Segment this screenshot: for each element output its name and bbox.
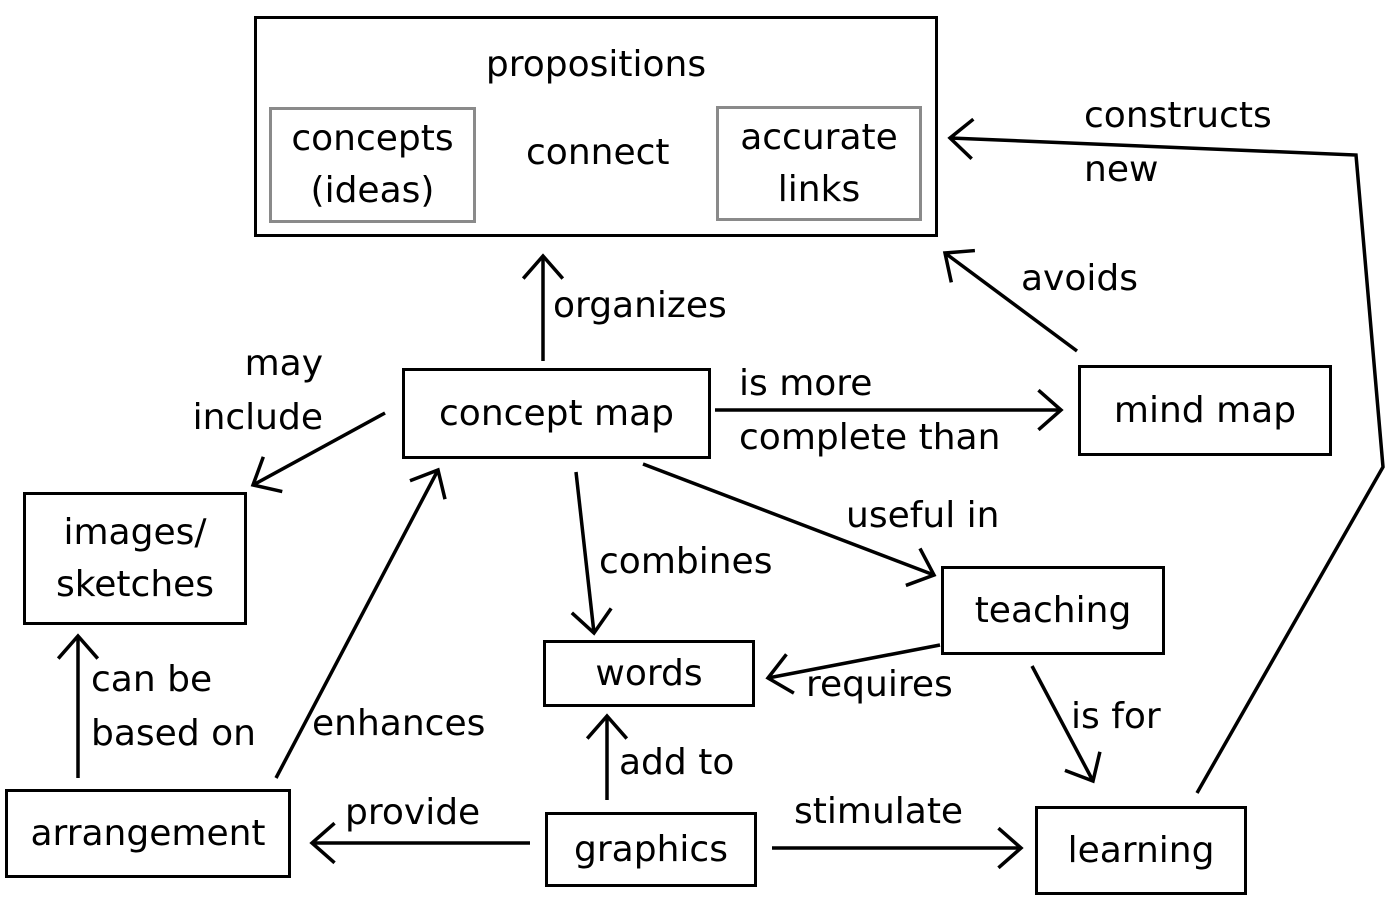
node-graphics[interactable]: graphics (545, 812, 757, 887)
node-images-sketches-label: images/ sketches (55, 511, 215, 605)
node-words[interactable]: words (543, 640, 755, 707)
edge-label-organizes: organizes (553, 285, 727, 326)
edge-label-may-include: may include (192, 343, 323, 438)
node-concepts-label: concepts (ideas) (291, 118, 454, 211)
edge-label-enhances: enhances (312, 703, 486, 744)
edge-label-avoids: avoids (1021, 258, 1138, 299)
node-concept-map[interactable]: concept map (402, 368, 711, 459)
edge-label-combines: combines (599, 541, 773, 582)
node-mind-map[interactable]: mind map (1078, 365, 1332, 456)
node-arrangement-label: arrangement (30, 812, 266, 854)
node-accurate-links-label: accurate links (740, 116, 898, 210)
node-accurate-links[interactable]: accurate links (716, 106, 922, 221)
edge-label-requires: requires (806, 664, 953, 705)
node-words-label: words (595, 652, 703, 694)
node-concept-map-label: concept map (439, 392, 674, 434)
node-images-sketches[interactable]: images/ sketches (23, 492, 247, 625)
edge-line-concept_map-to-words (574, 471, 596, 634)
node-arrangement[interactable]: arrangement (5, 789, 291, 878)
node-teaching[interactable]: teaching (941, 566, 1165, 655)
node-graphics-label: graphics (574, 828, 728, 870)
node-propositions-label: propositions (485, 44, 707, 85)
edge-label-useful-in: useful in (846, 495, 1000, 536)
edge-label-stimulate: stimulate (794, 791, 964, 832)
node-learning[interactable]: learning (1035, 806, 1247, 895)
edge-label-provide: provide (345, 792, 481, 833)
edge-label-connect: connect (526, 132, 670, 173)
node-teaching-label: teaching (974, 589, 1132, 631)
edge-label-can-be-based-on: can be based on (91, 659, 256, 754)
edge-label-add-to: add to (619, 742, 735, 783)
edge-label-is-for: is for (1071, 696, 1161, 737)
edge-label-constructs-new: constructs new (1084, 95, 1272, 190)
edge-line-learning-to-propositions (949, 136, 1385, 794)
node-learning-label: learning (1067, 829, 1215, 871)
node-concepts[interactable]: concepts (ideas) (269, 107, 476, 223)
arrowhead-icon (250, 456, 283, 494)
edge-label-is-more-complete-than: is more complete than (739, 363, 1001, 458)
arrowhead-icon (409, 467, 447, 500)
arrowhead-icon (1064, 751, 1102, 784)
node-mind-map-label: mind map (1113, 389, 1297, 431)
